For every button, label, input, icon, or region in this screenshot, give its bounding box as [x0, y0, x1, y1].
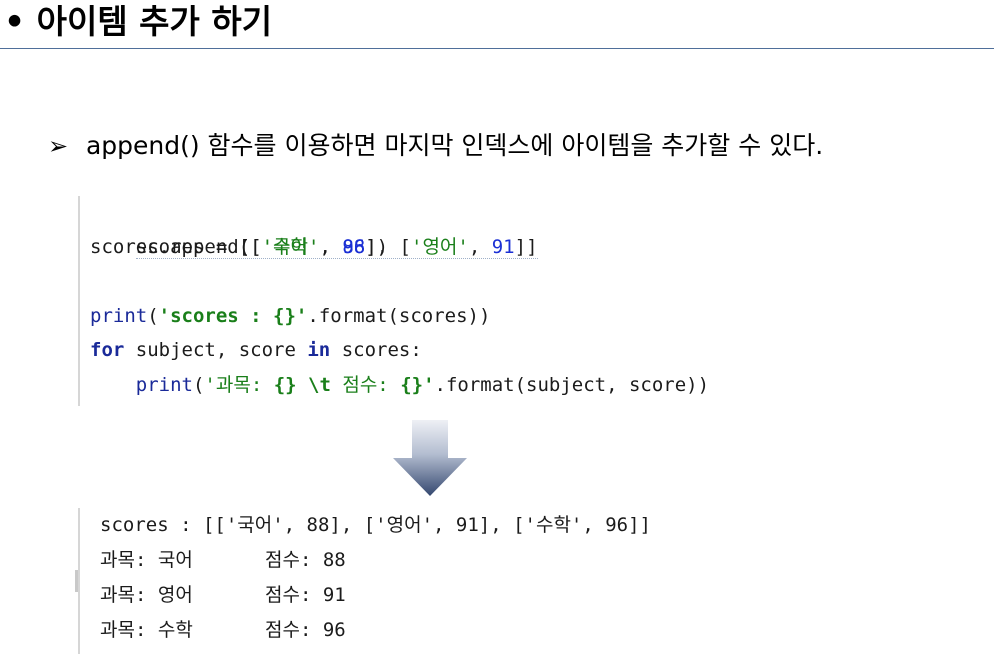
- code-function: print: [135, 374, 193, 396]
- code-token: subject, score: [124, 339, 308, 361]
- output-scrollbar[interactable]: [75, 570, 78, 592]
- slide-title: • 아이템 추가 하기: [4, 0, 272, 44]
- code-string: {}': [400, 374, 435, 396]
- output-score: 점수: 96: [265, 619, 346, 641]
- code-token: scores.append([: [90, 236, 262, 258]
- down-arrow-icon: [393, 420, 467, 496]
- code-function: print: [90, 305, 148, 327]
- code-token: ,: [319, 236, 343, 258]
- output-block: scores : [['국어', 88], ['영어', 91], ['수학',…: [78, 508, 780, 654]
- output-score: 점수: 91: [265, 584, 346, 606]
- title-text: 아이템 추가 하기: [36, 2, 273, 41]
- output-row: 과목: 영어 점수: 91: [100, 578, 346, 612]
- code-token: ,: [468, 236, 492, 258]
- code-keyword: for: [90, 339, 125, 361]
- code-keyword: in: [307, 339, 331, 361]
- description-line: ➢ append() 함수를 이용하면 마지막 인덱스에 아이템을 추가할 수 …: [48, 126, 823, 166]
- code-string: '영어': [411, 236, 469, 258]
- code-string: '수학': [261, 236, 320, 258]
- output-row: 과목: 수학 점수: 96: [100, 613, 346, 647]
- code-string: 'scores : {}': [158, 305, 308, 327]
- output-row: 과목: 국어 점수: 88: [100, 543, 346, 577]
- code-token: .format(scores)): [307, 305, 491, 327]
- output-subject: 과목: 수학: [100, 619, 193, 641]
- code-string: '과목:: [204, 374, 274, 396]
- output-subject: 과목: 국어: [100, 549, 193, 571]
- code-token: (: [192, 374, 205, 396]
- code-line-4: for subject, score in scores:: [90, 333, 422, 367]
- arrow-bullet-icon: ➢: [48, 132, 69, 160]
- code-string: {} \t: [273, 374, 331, 396]
- output-line-1: scores : [['국어', 88], ['영어', 91], ['수학',…: [100, 514, 651, 536]
- code-line-2: scores.append(['수학', 96]): [90, 230, 388, 264]
- output-score: 점수: 88: [265, 549, 346, 571]
- code-string: 점수:: [330, 374, 401, 396]
- code-number: 96: [342, 236, 366, 258]
- code-token: .format(subject, score)): [434, 374, 710, 396]
- code-line-5: print('과목: {} \t 점수: {}'.format(subject,…: [90, 368, 709, 402]
- code-token: scores:: [330, 339, 422, 361]
- title-divider: [0, 48, 994, 49]
- code-number: 91: [491, 236, 515, 258]
- code-line-3: print('scores : {}'.format(scores)): [90, 299, 490, 333]
- output-subject: 과목: 영어: [100, 584, 193, 606]
- code-line-1: scores = [['국어', 88], ['영어', 91]]: [90, 196, 538, 259]
- code-token: (: [147, 305, 159, 327]
- code-block: scores = [['국어', 88], ['영어', 91]] scores…: [78, 196, 780, 406]
- code-token: ]]: [514, 236, 538, 258]
- code-token: ]): [365, 236, 389, 258]
- description-text: append() 함수를 이용하면 마지막 인덱스에 아이템을 추가할 수 있다…: [85, 131, 824, 160]
- title-bullet: •: [4, 2, 26, 41]
